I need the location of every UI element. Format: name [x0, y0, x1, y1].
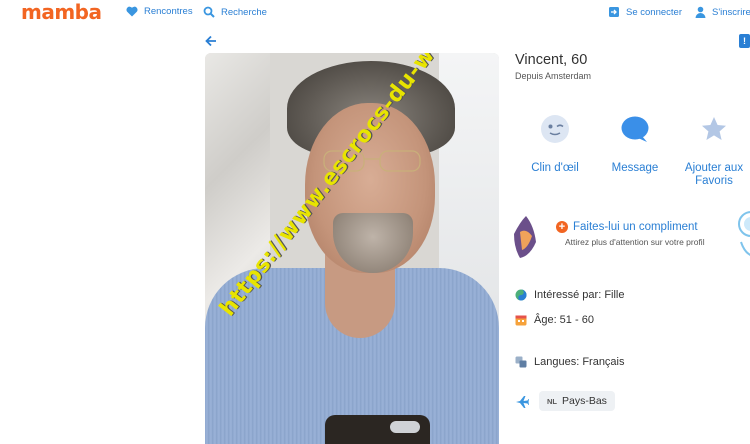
nav-rencontres-label: Rencontres [144, 6, 193, 17]
wink-label: Clin d'œil [531, 162, 579, 174]
user-icon [695, 6, 706, 18]
photo-phone-camera [390, 421, 420, 433]
add-favorite-button[interactable]: Ajouter aux Favoris [674, 114, 750, 188]
top-header: mamba Rencontres Recherche Se connecter … [0, 0, 750, 26]
message-label: Message [611, 162, 659, 174]
search-icon [203, 6, 215, 18]
crystal-ball-icon [738, 211, 750, 256]
favorite-label-line2: Favoris [695, 175, 733, 187]
compliment-title: Faites-lui un compliment [573, 221, 698, 233]
calendar-icon [515, 315, 527, 326]
nav-connect-label: Se connecter [626, 6, 682, 18]
favorite-label-line1: Ajouter aux [684, 162, 744, 174]
country-row: NL Pays-Bas [515, 391, 615, 411]
languages-text: Langues: Français [534, 356, 625, 368]
age-row: Âge: 51 - 60 [515, 314, 594, 326]
message-button[interactable]: Message [595, 114, 675, 175]
gift-sticker-icon [514, 216, 536, 258]
star-icon [702, 117, 726, 140]
nav-connect[interactable]: Se connecter [608, 6, 682, 18]
compliment-subtitle: Attirez plus d'attention sur votre profi… [565, 237, 705, 247]
country-chip: NL Pays-Bas [539, 391, 615, 411]
age-range-text: Âge: 51 - 60 [534, 314, 594, 326]
back-arrow-icon[interactable] [204, 34, 218, 48]
nav-inscrire-label: S'inscrire [712, 6, 750, 18]
profile-location: Depuis Amsterdam [515, 71, 592, 81]
heart-icon [126, 6, 138, 17]
translate-icon [515, 356, 527, 368]
login-icon [609, 7, 619, 17]
nav-rencontres[interactable]: Rencontres [126, 6, 193, 17]
profile-name-age: Vincent, 60 [515, 52, 588, 68]
country-name: Pays-Bas [562, 395, 607, 407]
yin-yang-icon [515, 289, 527, 301]
airplane-icon [516, 396, 529, 408]
interest-row: Intéressé par: Fille [515, 289, 624, 301]
nav-inscrire[interactable]: S'inscrire [695, 6, 750, 18]
nav-recherche-label: Recherche [221, 6, 267, 18]
plus-icon: + [556, 221, 568, 233]
wink-button[interactable]: Clin d'œil [515, 114, 595, 175]
chat-bubble-icon [621, 116, 649, 142]
photo-glasses [323, 150, 421, 172]
compliment-link[interactable]: + Faites-lui un compliment [556, 221, 698, 233]
report-icon[interactable]: ! [739, 34, 750, 48]
wink-face-icon [541, 115, 569, 143]
languages-row: Langues: Français [515, 356, 625, 368]
nav-recherche[interactable]: Recherche [203, 6, 267, 18]
mamba-logo[interactable]: mamba [21, 0, 102, 24]
interest-text: Intéressé par: Fille [534, 289, 625, 301]
profile-photo[interactable] [205, 53, 499, 444]
country-code: NL [547, 396, 557, 406]
